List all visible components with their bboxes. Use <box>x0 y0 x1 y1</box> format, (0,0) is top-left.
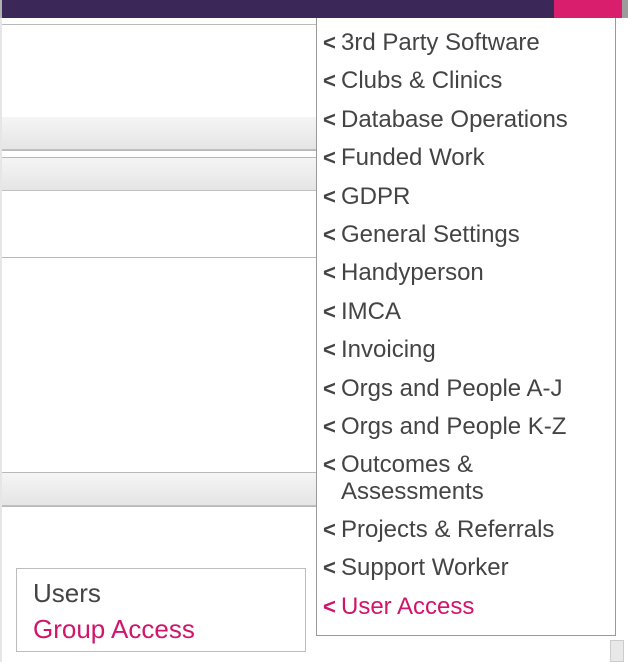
menu-item[interactable]: <Outcomes & Assessments <box>321 446 613 511</box>
left-nav-item-label: Group Access <box>33 614 195 645</box>
menu-item[interactable]: <IMCA <box>321 293 613 331</box>
left-nav-panel: Users Group Access <box>16 568 306 652</box>
chevron-left-icon: < <box>323 260 341 286</box>
chevron-left-icon: < <box>323 517 341 543</box>
chevron-left-icon: < <box>323 222 341 248</box>
menu-item-label: Invoicing <box>341 337 609 363</box>
chevron-left-icon: < <box>323 555 341 581</box>
menu-item-label: General Settings <box>341 222 609 248</box>
menu-item[interactable]: <General Settings <box>321 216 613 254</box>
section-body <box>2 264 317 472</box>
menu-item-label: Outcomes & Assessments <box>341 452 609 505</box>
menu-item[interactable]: <Support Worker <box>321 549 613 587</box>
menu-item-label: Clubs & Clinics <box>341 68 609 94</box>
top-navbar <box>0 0 628 18</box>
chevron-left-icon: < <box>323 184 341 210</box>
top-navbar-corner <box>622 0 628 18</box>
section-body <box>2 191 317 257</box>
menu-item-label: 3rd Party Software <box>341 30 609 56</box>
menu-item[interactable]: <Funded Work <box>321 139 613 177</box>
chevron-left-icon: < <box>323 452 341 478</box>
menu-item[interactable]: <Orgs and People K-Z <box>321 408 613 446</box>
menu-item[interactable]: <Clubs & Clinics <box>321 62 613 100</box>
menu-item-label: Support Worker <box>341 555 609 581</box>
menu-item-label: Funded Work <box>341 145 609 171</box>
content-section-1 <box>2 24 318 151</box>
section-header <box>2 117 317 150</box>
chevron-left-icon: < <box>323 337 341 363</box>
menu-item[interactable]: <User Access <box>321 588 613 626</box>
menu-item[interactable]: <GDPR <box>321 178 613 216</box>
section-header <box>2 472 317 506</box>
content-section-2 <box>2 157 318 258</box>
menu-item[interactable]: <Projects & Referrals <box>321 511 613 549</box>
settings-dropdown-menu: <3rd Party Software<Clubs & Clinics<Data… <box>316 18 616 636</box>
chevron-left-icon: < <box>323 299 341 325</box>
chevron-left-icon: < <box>323 376 341 402</box>
background-page: Users Group Access <box>0 18 318 662</box>
menu-item-label: Handyperson <box>341 260 609 286</box>
content-section-3 <box>2 264 318 507</box>
chevron-left-icon: < <box>323 68 341 94</box>
top-navbar-action[interactable] <box>554 0 628 18</box>
menu-item[interactable]: <3rd Party Software <box>321 24 613 62</box>
chevron-left-icon: < <box>323 30 341 56</box>
menu-item[interactable]: <Handyperson <box>321 254 613 292</box>
menu-item[interactable]: <Invoicing <box>321 331 613 369</box>
menu-item-label: Orgs and People K-Z <box>341 414 609 440</box>
chevron-left-icon: < <box>323 414 341 440</box>
left-nav-item[interactable]: Users <box>33 575 289 611</box>
menu-item-label: Orgs and People A-J <box>341 376 609 402</box>
section-header <box>2 158 317 191</box>
chevron-left-icon: < <box>323 145 341 171</box>
section-body <box>2 25 317 117</box>
chevron-left-icon: < <box>323 594 341 620</box>
menu-item-label: User Access <box>341 594 609 620</box>
chevron-left-icon: < <box>323 107 341 133</box>
left-nav-item[interactable]: Group Access <box>33 611 289 647</box>
menu-item-label: Database Operations <box>341 107 609 133</box>
menu-item-label: GDPR <box>341 184 609 210</box>
menu-item[interactable]: <Database Operations <box>321 101 613 139</box>
menu-item-label: IMCA <box>341 299 609 325</box>
left-nav-item-label: Users <box>33 578 101 609</box>
menu-item[interactable]: <Orgs and People A-J <box>321 370 613 408</box>
scrollbar-stub <box>610 640 624 662</box>
menu-item-label: Projects & Referrals <box>341 517 609 543</box>
